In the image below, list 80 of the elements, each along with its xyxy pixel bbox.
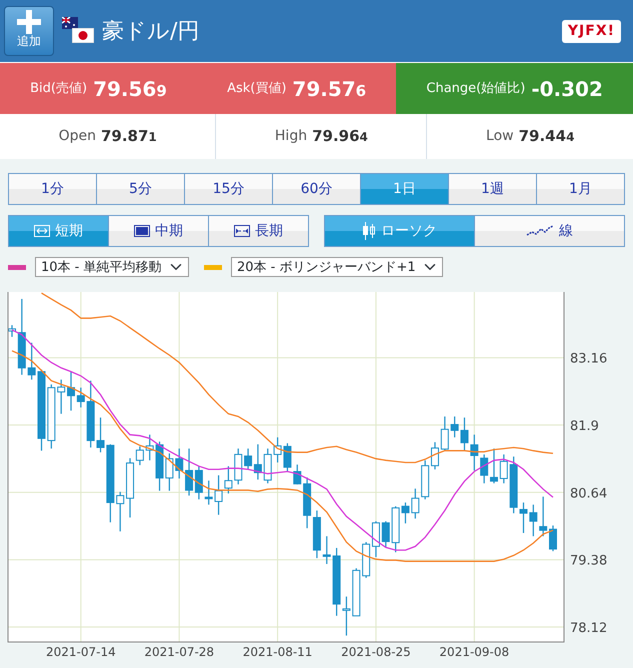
candlestick	[549, 526, 557, 552]
axis-label: 2021-08-25	[341, 645, 411, 659]
candlestick	[8, 325, 16, 337]
candlestick	[372, 521, 380, 558]
axis-label: 2021-08-11	[242, 645, 312, 659]
compress-arrows-icon	[234, 225, 250, 237]
rectangle-icon	[134, 225, 150, 237]
candlestick	[146, 434, 154, 460]
axis-label: 81.9	[570, 419, 599, 434]
stat-value: 79.871	[100, 126, 157, 148]
timeframe-tab[interactable]: 60分	[273, 173, 361, 205]
axis-label: 80.64	[570, 486, 608, 502]
timeframe-tab[interactable]: 1月	[537, 173, 625, 205]
axis-label: 2021-07-14	[46, 645, 116, 659]
axis-label: 79.38	[570, 554, 608, 569]
stat-label: High	[274, 127, 308, 146]
candlestick	[490, 448, 498, 484]
candlestick	[234, 448, 242, 484]
candlestick	[86, 380, 95, 448]
timeframe-tab[interactable]: 1週	[449, 173, 537, 205]
candlestick	[204, 480, 213, 505]
candlestick	[470, 434, 478, 470]
quote-label: Bid(売値)	[30, 80, 88, 98]
candlestick	[274, 437, 282, 462]
candlestick	[382, 521, 390, 548]
candlestick	[47, 384, 56, 449]
quote-label: Change(始値比)	[426, 80, 526, 98]
candlestick	[312, 510, 321, 558]
brand-logo: YJFX!	[562, 20, 621, 42]
candlestick	[480, 454, 488, 484]
candlestick	[529, 504, 538, 536]
candlestick	[520, 502, 528, 533]
candlestick	[57, 380, 66, 414]
candlestick	[293, 464, 302, 484]
candlestick	[264, 448, 272, 484]
plus-icon	[16, 9, 42, 35]
flag-icon	[72, 28, 94, 43]
candlestick	[411, 488, 420, 519]
axis-label: 2021-07-28	[144, 645, 214, 659]
candlestick	[303, 477, 312, 528]
stat-value: 79.964	[312, 126, 368, 148]
candlestick	[116, 492, 124, 532]
add-button[interactable]: 追加	[4, 6, 54, 56]
candlestick	[156, 442, 164, 491]
flag-icon	[62, 17, 78, 29]
expand-arrows-icon	[34, 225, 50, 237]
quote-value: 79.576	[292, 76, 366, 102]
candlestick-icon	[362, 222, 376, 240]
candlestick	[440, 416, 449, 450]
candlestick	[362, 542, 370, 578]
quote-value: -0.302	[531, 76, 603, 102]
indicator-select[interactable]: 20本 - ボリンジャーバンド+1	[231, 257, 443, 277]
timeframe-tab[interactable]: 5分	[97, 173, 185, 205]
period-tab[interactable]: 中期	[109, 215, 209, 247]
candlestick	[510, 456, 518, 514]
candlestick	[283, 443, 292, 472]
axis-label: 2021-09-08	[439, 645, 510, 659]
quote-label: Ask(買値)	[227, 80, 286, 98]
candlestick	[185, 448, 194, 496]
candlestick	[500, 454, 508, 484]
candlestick	[194, 466, 203, 500]
candlestick	[539, 496, 548, 536]
timeframe-tab[interactable]: 15分	[185, 173, 273, 205]
chart-type-tab[interactable]: 線	[475, 215, 625, 247]
candlestick	[322, 536, 331, 564]
line-chart-icon	[526, 225, 554, 237]
timeframe-tab[interactable]: 1分	[8, 173, 97, 205]
axis-label: 78.12	[570, 621, 608, 636]
stat-label: Low	[486, 127, 514, 146]
candlestick	[28, 342, 36, 380]
candlestick	[165, 453, 174, 491]
quote-value: 79.569	[93, 76, 167, 102]
pair-title: 豪ドル/円	[102, 18, 200, 46]
axis-label: 83.16	[570, 352, 608, 367]
stat-label: Open	[58, 127, 96, 146]
candlestick	[352, 568, 360, 616]
period-tab[interactable]: 長期	[209, 215, 309, 247]
stat-value: 79.444	[518, 126, 574, 148]
candlestick	[175, 448, 184, 478]
indicator-select[interactable]: 10本 - 単純平均移動	[35, 257, 189, 277]
